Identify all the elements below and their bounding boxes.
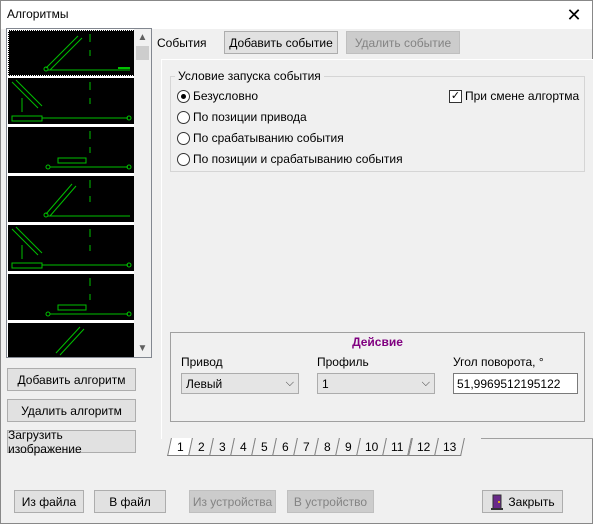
radio-label: По срабатыванию события bbox=[193, 131, 344, 145]
algorithm-thumbnail[interactable] bbox=[8, 323, 135, 358]
radio-button[interactable] bbox=[177, 131, 190, 145]
profile-select[interactable]: 1 ⌵ bbox=[317, 373, 435, 394]
delete-algorithm-button[interactable]: Удалить алгоритм bbox=[7, 399, 136, 422]
events-label: События bbox=[157, 36, 207, 50]
close-icon[interactable]: ✕ bbox=[556, 1, 592, 29]
to-device-button[interactable]: В устройство bbox=[287, 490, 374, 513]
angle-label: Угол поворота, ° bbox=[453, 355, 544, 369]
action-group: Дейсвие Привод Левый ⌵ Профиль 1 ⌵ Угол … bbox=[170, 332, 585, 422]
radio-by-drive-position[interactable]: По позиции привода bbox=[177, 110, 307, 124]
add-event-button[interactable]: Добавить событие bbox=[224, 31, 338, 54]
radio-by-event-trigger[interactable]: По срабатыванию события bbox=[177, 131, 344, 145]
on-algorithm-change-checkbox[interactable]: ✓ При смене алгортма bbox=[449, 89, 579, 103]
tab-13[interactable]: 13 bbox=[434, 438, 466, 456]
delete-event-button[interactable]: Удалить событие bbox=[346, 31, 460, 54]
algorithm-thumbnail[interactable] bbox=[8, 274, 135, 320]
chevron-up-icon[interactable]: ▲ bbox=[134, 29, 151, 46]
angle-input[interactable]: 51,9969512195122 bbox=[453, 373, 578, 394]
action-title: Дейсвие bbox=[352, 335, 403, 349]
launch-condition-legend: Условие запуска события bbox=[175, 69, 324, 83]
radio-button[interactable] bbox=[177, 110, 190, 124]
exit-door-icon bbox=[491, 494, 504, 510]
radio-button[interactable] bbox=[177, 89, 190, 103]
algorithms-window: Алгоритмы ✕ ▲ ▼ Добавить алгоритм Удалит… bbox=[0, 0, 593, 524]
algorithm-thumbnail[interactable] bbox=[8, 30, 135, 76]
add-algorithm-button[interactable]: Добавить алгоритм bbox=[7, 368, 136, 391]
radio-button[interactable] bbox=[177, 152, 190, 166]
tab-strip-line bbox=[481, 438, 593, 439]
algorithm-list[interactable]: ▲ ▼ bbox=[6, 28, 152, 358]
profile-select-value: 1 bbox=[322, 376, 329, 391]
chevron-down-icon: ⌵ bbox=[285, 377, 294, 389]
drive-select[interactable]: Левый ⌵ bbox=[181, 373, 299, 394]
close-button[interactable]: Закрыть bbox=[482, 490, 563, 513]
checkbox-label: При смене алгортма bbox=[465, 89, 580, 103]
list-scrollbar[interactable]: ▲ ▼ bbox=[134, 29, 151, 357]
algorithm-thumbnail[interactable] bbox=[8, 127, 135, 173]
radio-unconditional[interactable]: Безусловно bbox=[177, 89, 258, 103]
chevron-down-icon: ⌵ bbox=[421, 377, 430, 389]
window-title: Алгоритмы bbox=[7, 7, 69, 21]
load-image-button[interactable]: Загрузить изображение bbox=[7, 428, 136, 456]
algorithm-thumbnail[interactable] bbox=[8, 176, 135, 222]
drive-label: Привод bbox=[181, 355, 223, 369]
title-bar: Алгоритмы ✕ bbox=[1, 1, 592, 29]
algorithm-thumbnail[interactable] bbox=[8, 78, 135, 124]
radio-by-position-and-event[interactable]: По позиции и срабатыванию события bbox=[177, 152, 403, 166]
profile-label: Профиль bbox=[317, 355, 369, 369]
close-button-label: Закрыть bbox=[508, 494, 555, 509]
drive-select-value: Левый bbox=[186, 376, 223, 391]
to-file-button[interactable]: В файл bbox=[94, 490, 166, 513]
radio-label: По позиции привода bbox=[193, 110, 307, 124]
check-icon[interactable]: ✓ bbox=[449, 89, 462, 103]
event-panel: Условие запуска события Безусловно По по… bbox=[161, 59, 593, 439]
event-tabs: 1 2 3 4 5 6 7 8 9 10 11 12 13 bbox=[167, 438, 466, 456]
algorithm-thumbnail[interactable] bbox=[8, 225, 135, 271]
launch-condition-group: Условие запуска события Безусловно По по… bbox=[170, 69, 585, 172]
scroll-thumb[interactable] bbox=[136, 46, 149, 60]
chevron-down-icon[interactable]: ▼ bbox=[134, 340, 151, 357]
radio-label: По позиции и срабатыванию события bbox=[193, 152, 403, 166]
from-file-button[interactable]: Из файла bbox=[14, 490, 84, 513]
radio-label: Безусловно bbox=[193, 89, 259, 103]
from-device-button[interactable]: Из устройства bbox=[189, 490, 276, 513]
